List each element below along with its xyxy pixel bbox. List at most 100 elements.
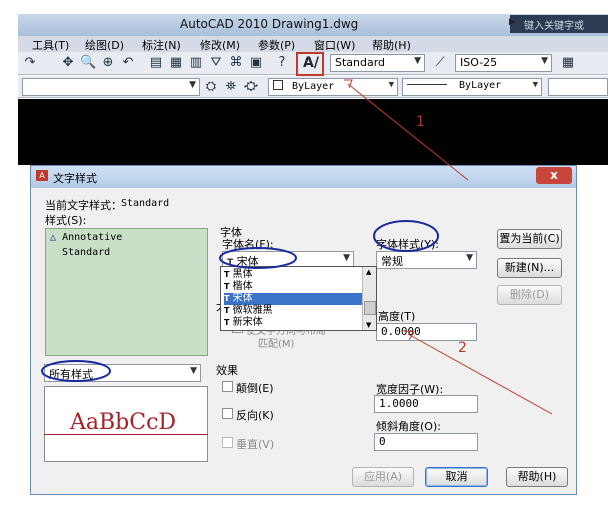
chevron-down-icon: ▼: [388, 80, 394, 90]
truetype-icon: T: [224, 318, 230, 327]
app-title: AutoCAD 2010 Drawing1.dwg: [180, 17, 359, 31]
design-center-icon[interactable]: ▦: [168, 55, 184, 71]
cancel-button[interactable]: 取消: [425, 467, 488, 487]
oblique-angle-input[interactable]: 0: [374, 433, 478, 451]
dimension-style-dropdown[interactable]: ISO-25 ▼: [455, 54, 552, 72]
chevron-down-icon: ▼: [466, 253, 473, 263]
layer-dropdown[interactable]: ▼: [22, 78, 200, 96]
backwards-checkbox[interactable]: [222, 408, 233, 419]
font-style-value: 常规: [381, 255, 403, 268]
search-input[interactable]: 键入关键字或: [510, 15, 608, 33]
color-value: ByLayer: [292, 81, 335, 92]
calculator-icon[interactable]: ▣: [248, 55, 264, 71]
layer-previous-icon[interactable]: ⛯: [223, 79, 239, 95]
truetype-icon: T: [224, 282, 230, 291]
autocad-logo-icon: A: [36, 170, 48, 181]
upside-down-checkbox[interactable]: [222, 381, 233, 392]
chevron-down-icon: ▼: [541, 56, 548, 66]
font-list[interactable]: T 黑体 T 楷体 T 宋体 T 微软雅黑 T 新宋体 ▲ ▼: [220, 266, 377, 331]
annotation-label-2: 2: [458, 340, 467, 356]
delete-style-button[interactable]: 删除(D): [497, 285, 562, 305]
chevron-down-icon: ▼: [189, 80, 196, 90]
lineweight-dropdown[interactable]: [548, 78, 608, 96]
properties-icon[interactable]: ▤: [148, 55, 164, 71]
dimension-style-value: ISO-25: [460, 56, 498, 69]
truetype-icon: T: [224, 270, 230, 279]
menu-window[interactable]: 窗口(W): [314, 37, 355, 53]
redo-icon[interactable]: ↷: [22, 55, 38, 71]
font-list-scrollbar[interactable]: ▲ ▼: [362, 267, 376, 330]
scroll-down-icon[interactable]: ▼: [366, 321, 371, 329]
tool-palettes-icon[interactable]: ▥: [188, 55, 204, 71]
menu-help[interactable]: 帮助(H): [372, 37, 411, 53]
current-style-value: Standard: [121, 198, 170, 209]
oblique-angle-label: 倾斜角度(O):: [376, 420, 441, 433]
current-style-label: 当前文字样式：: [45, 199, 122, 212]
text-style-icon: A/: [303, 55, 319, 71]
vertical-checkbox[interactable]: [222, 437, 233, 448]
zoom-icon[interactable]: 🔍: [80, 55, 96, 71]
font-style-label: 字体样式(Y):: [376, 238, 440, 251]
drawing-canvas[interactable]: [18, 99, 608, 165]
text-style-dropdown[interactable]: Standard ▼: [330, 54, 425, 72]
zoom-window-icon[interactable]: ⊕: [100, 55, 116, 71]
chevron-down-icon: ▼: [414, 56, 421, 66]
menu-tools[interactable]: 工具(T): [32, 37, 69, 53]
list-item[interactable]: △ Annotative: [50, 232, 122, 243]
scroll-up-icon[interactable]: ▲: [366, 268, 371, 276]
apply-button[interactable]: 应用(A): [352, 467, 414, 487]
text-style-value: Standard: [335, 56, 386, 69]
chevron-down-icon: ▼: [343, 253, 350, 263]
chevron-down-icon: ▼: [190, 366, 197, 376]
expand-arrow-icon[interactable]: ▶: [509, 17, 516, 27]
linetype-sample: [407, 84, 447, 85]
menu-parameters[interactable]: 参数(P): [258, 37, 295, 53]
upside-down-label: 颠倒(E): [236, 382, 274, 395]
annotative-icon: △: [50, 232, 57, 243]
dialog-title-bar: [31, 166, 576, 188]
new-style-button[interactable]: 新建(N)...: [497, 258, 562, 278]
help-icon[interactable]: ?: [274, 55, 290, 71]
layer-states-icon[interactable]: ⛮: [243, 79, 259, 95]
dialog-title: 文字样式: [53, 172, 97, 185]
set-current-button[interactable]: 置为当前(C): [497, 229, 562, 249]
close-button[interactable]: x: [536, 167, 572, 184]
linetype-value: ByLayer: [459, 80, 502, 91]
text-style-button[interactable]: A/: [296, 52, 324, 76]
style-filter-dropdown[interactable]: 所有样式 ▼: [44, 364, 201, 382]
color-dropdown[interactable]: ByLayer ▼: [268, 78, 398, 96]
list-item[interactable]: T 新宋体: [224, 317, 362, 329]
width-factor-input[interactable]: 1.0000: [374, 395, 478, 413]
truetype-icon: T: [224, 294, 230, 303]
linetype-dropdown[interactable]: ByLayer ▼: [402, 78, 542, 96]
table-style-icon[interactable]: ▦: [560, 55, 576, 71]
make-current-layer-icon[interactable]: ⛭: [203, 79, 219, 95]
menu-modify[interactable]: 修改(M): [200, 37, 240, 53]
backwards-label: 反向(K): [236, 409, 274, 422]
style-filter-value: 所有样式: [49, 368, 93, 381]
menu-dimension[interactable]: 标注(N): [142, 37, 181, 53]
preview-baseline: [44, 434, 208, 435]
font-style-dropdown[interactable]: 常规 ▼: [376, 251, 477, 269]
list-item[interactable]: T 黑体: [224, 269, 362, 281]
preview-text: AaBbCcD: [70, 410, 177, 435]
sheet-set-icon[interactable]: ⛛: [208, 55, 224, 71]
markup-icon[interactable]: ⌘: [228, 55, 244, 71]
styles-label: 样式(S):: [45, 214, 87, 227]
color-swatch: [273, 80, 283, 90]
annotation-label-1: 1: [416, 114, 425, 130]
list-item[interactable]: T 楷体: [224, 281, 362, 293]
list-item[interactable]: Standard: [62, 247, 110, 258]
zoom-previous-icon[interactable]: ↶: [120, 55, 136, 71]
font-name-label: 字体名(F):: [222, 238, 274, 251]
list-item[interactable]: T 微软雅黑: [224, 305, 362, 317]
help-button[interactable]: 帮助(H): [506, 467, 568, 487]
dimension-style-icon[interactable]: ⟋: [432, 55, 448, 71]
height-label: 高度(T): [378, 310, 416, 323]
pan-icon[interactable]: ✥: [60, 55, 76, 71]
height-input[interactable]: 0.0000: [376, 323, 477, 341]
chevron-down-icon: ▼: [532, 80, 538, 90]
menu-draw[interactable]: 绘图(D): [85, 37, 124, 53]
list-item-selected[interactable]: T 宋体: [224, 293, 362, 305]
scroll-thumb[interactable]: [364, 301, 376, 315]
